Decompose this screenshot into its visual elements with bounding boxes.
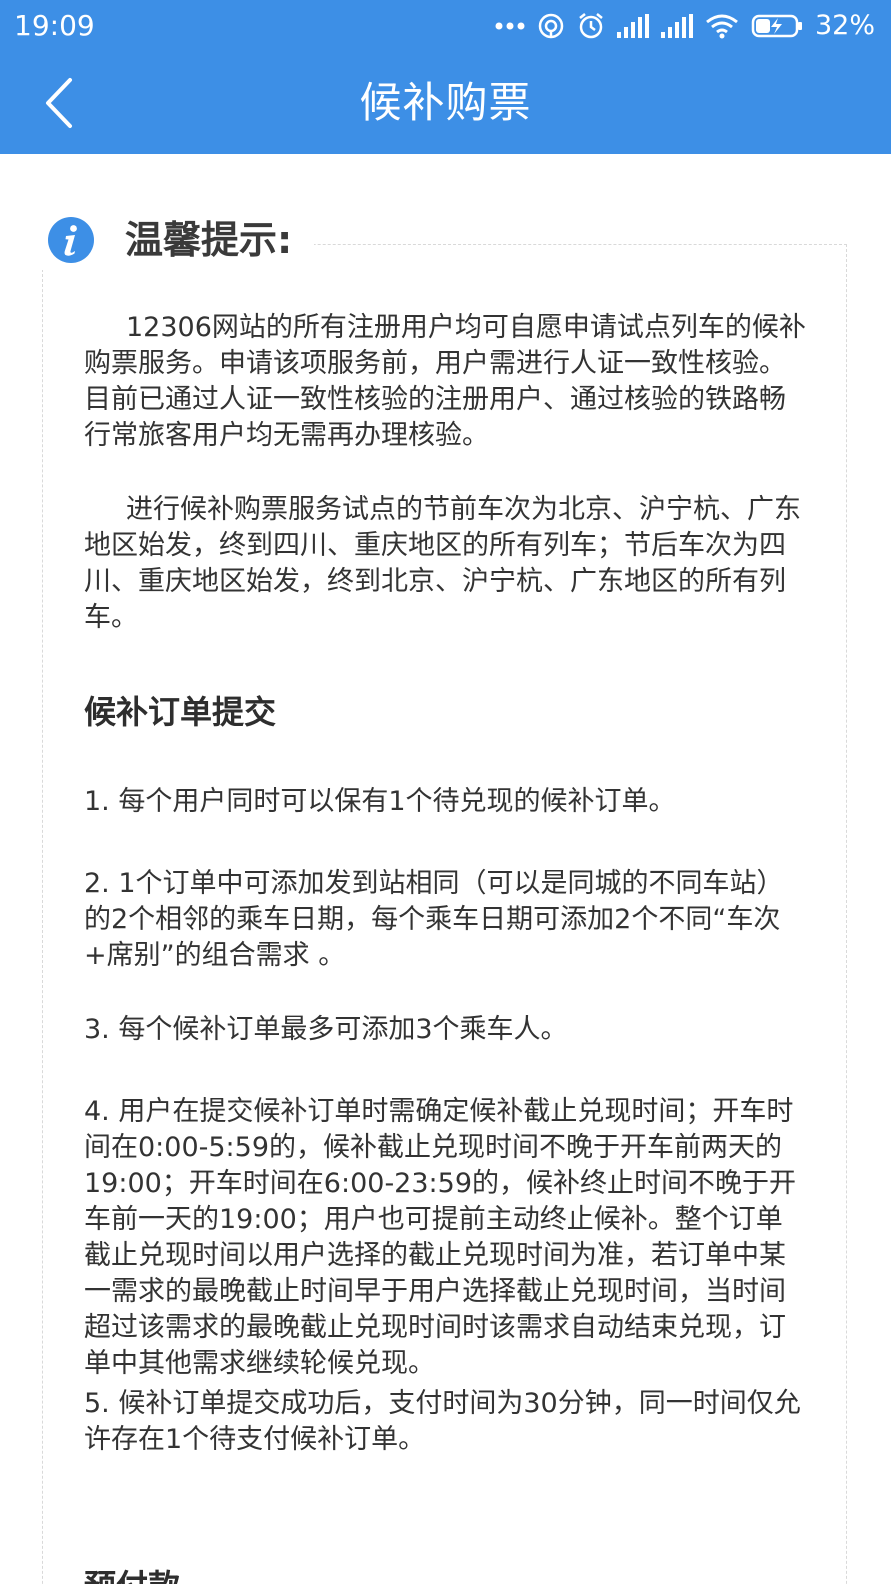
wifi-icon bbox=[705, 13, 739, 39]
rule-item: 5. 候补订单提交成功后，支付时间为30分钟，同一时间仅允许存在1个待支付候补订… bbox=[84, 1388, 801, 1455]
rule-item: 4. 用户在提交候补订单时需确定候补截止兑现时间；开车时间在0:00-5:59的… bbox=[84, 1096, 796, 1379]
battery-charging-icon bbox=[751, 13, 803, 39]
tip-paragraph: 进行候补购票服务试点的节前车次为北京、沪宁杭、广东地区始发，终到四川、重庆地区的… bbox=[84, 494, 801, 633]
status-icons: 32% bbox=[495, 6, 875, 46]
tip-paragraph: 12306网站的所有注册用户均可自愿申请试点列车的候补购票服务。申请该项服务前，… bbox=[84, 312, 806, 451]
more-dots-icon bbox=[495, 21, 525, 31]
section-title-prepayment: 预付款 bbox=[84, 1562, 180, 1584]
signal-icon bbox=[616, 14, 649, 38]
tip-header: 温馨提示: bbox=[42, 210, 315, 270]
signal-icon bbox=[660, 14, 693, 38]
info-icon bbox=[48, 217, 94, 263]
status-time: 19:09 bbox=[14, 9, 95, 42]
rule-item: 1. 每个用户同时可以保有1个待兑现的候补订单。 bbox=[84, 786, 676, 817]
rule-item: 2. 1个订单中可添加发到站相同（可以是同城的不同车站）的2个相邻的乘车日期，每… bbox=[84, 868, 784, 971]
hotspot-icon bbox=[537, 12, 565, 40]
alarm-icon bbox=[577, 12, 605, 40]
page-title: 候补购票 bbox=[359, 78, 532, 127]
battery-percent: 32% bbox=[814, 10, 875, 41]
content-area[interactable]: 温馨提示: 12306网站的所有注册用户均可自愿申请试点列车的候补购票服务。申请… bbox=[0, 154, 891, 1584]
status-bar: 19:09 32% bbox=[0, 0, 891, 52]
tip-title: 温馨提示: bbox=[125, 218, 293, 262]
rule-item: 3. 每个候补订单最多可添加3个乘车人。 bbox=[84, 1014, 568, 1045]
title-bar: 候补购票 bbox=[0, 52, 891, 154]
section-title-order-submit: 候补订单提交 bbox=[84, 693, 277, 731]
